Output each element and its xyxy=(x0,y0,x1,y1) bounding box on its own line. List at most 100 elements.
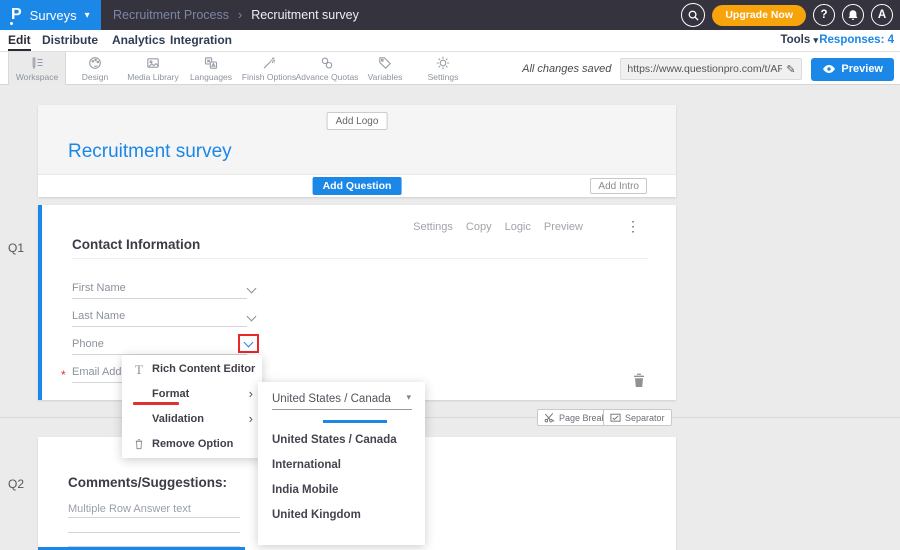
add-logo-button[interactable]: Add Logo xyxy=(327,112,388,130)
survey-header-card: Add Logo Recruitment survey Add Question… xyxy=(38,105,676,197)
tab-edit[interactable]: Edit xyxy=(8,33,31,51)
field-label-last-name[interactable]: Last Name xyxy=(72,310,125,322)
add-question-row: Add Question Add Intro xyxy=(38,175,676,197)
translate-icon xyxy=(203,55,219,71)
phone-format-submenu: United States / Canada ▾ United States /… xyxy=(258,382,425,545)
tab-integration[interactable]: Integration xyxy=(170,33,232,47)
multi-row-answer-placeholder[interactable]: Multiple Row Answer text xyxy=(68,503,191,515)
toolbar-label: Advance Quotas xyxy=(296,72,359,82)
question-settings-link[interactable]: Settings xyxy=(413,221,453,233)
field-label-phone[interactable]: Phone xyxy=(72,338,104,350)
caret-down-icon: ▾ xyxy=(813,35,818,45)
toolbar-media-library[interactable]: Media Library xyxy=(124,52,182,85)
question-preview-link[interactable]: Preview xyxy=(544,221,583,233)
menu-item-label: Validation xyxy=(152,413,204,425)
top-header: P Surveys ▾ Recruitment Process › Recrui… xyxy=(0,0,900,30)
tools-label: Tools xyxy=(780,34,810,46)
survey-url-input[interactable] xyxy=(627,63,782,75)
toolbar-label: Settings xyxy=(428,72,459,82)
answer-underline xyxy=(68,532,240,533)
question-title[interactable]: Comments/Suggestions: xyxy=(68,475,227,490)
tab-distribute[interactable]: Distribute xyxy=(42,33,98,47)
image-icon xyxy=(145,55,161,71)
trash-icon xyxy=(632,372,646,388)
palette-icon xyxy=(87,55,103,71)
add-question-button[interactable]: Add Question xyxy=(313,177,402,195)
tag-icon xyxy=(377,55,393,71)
toolbar-label: Media Library xyxy=(127,72,179,82)
kebab-menu-icon[interactable]: ⋮ xyxy=(626,218,640,235)
menu-item-label: Format xyxy=(152,388,189,400)
menu-item-rich-content-editor[interactable]: T Rich Content Editor xyxy=(122,357,262,382)
breadcrumb-current: Recruitment survey xyxy=(251,8,359,22)
bell-icon xyxy=(847,9,859,21)
select-caret-icon[interactable]: ▾ xyxy=(406,392,411,403)
trash-icon xyxy=(132,437,146,455)
toolbar-label: Languages xyxy=(190,72,232,82)
field-underline xyxy=(72,298,247,299)
annotation-underline xyxy=(133,402,179,405)
format-option-united-kingdom[interactable]: United Kingdom xyxy=(272,509,361,521)
select-focus-bar xyxy=(323,420,387,423)
preview-button[interactable]: Preview xyxy=(811,58,894,81)
edit-url-icon[interactable]: ✎ xyxy=(786,63,795,76)
page-break-button[interactable]: Page Break xyxy=(537,409,613,426)
toolbar-right: All changes saved ✎ Preview xyxy=(522,57,894,81)
add-intro-button[interactable]: Add Intro xyxy=(590,178,647,194)
format-option-us-canada[interactable]: United States / Canada xyxy=(272,434,397,446)
tools-menu[interactable]: Tools ▾ xyxy=(780,34,818,46)
avatar[interactable]: A xyxy=(871,4,893,26)
search-icon xyxy=(687,9,700,22)
field-underline xyxy=(72,326,247,327)
required-asterisk: * xyxy=(61,368,66,382)
survey-url-field: ✎ xyxy=(620,58,802,80)
question-title[interactable]: Contact Information xyxy=(72,237,200,252)
search-button[interactable] xyxy=(681,3,705,27)
tab-analytics[interactable]: Analytics xyxy=(112,33,165,47)
menu-item-remove-option[interactable]: Remove Option xyxy=(122,432,262,457)
text-format-icon: T xyxy=(132,362,146,378)
eye-icon xyxy=(822,64,836,74)
toolbar-workspace[interactable]: Workspace xyxy=(8,52,66,85)
help-button[interactable]: ? xyxy=(813,4,835,26)
format-option-international[interactable]: International xyxy=(272,459,341,471)
breadcrumb-parent[interactable]: Recruitment Process xyxy=(113,8,229,22)
responses-link[interactable]: Responses: 4 xyxy=(819,34,894,46)
gear-icon xyxy=(435,55,451,71)
toolbar-design[interactable]: Design xyxy=(66,52,124,85)
field-label-first-name[interactable]: First Name xyxy=(72,282,126,294)
delete-row-button[interactable] xyxy=(632,372,646,393)
format-option-india-mobile[interactable]: India Mobile xyxy=(272,484,338,496)
menu-item-validation[interactable]: Validation › xyxy=(122,407,262,432)
edit-toolbar: Workspace Design Media Library Languages… xyxy=(0,52,900,85)
upgrade-now-button[interactable]: Upgrade Now xyxy=(712,5,806,26)
survey-title[interactable]: Recruitment survey xyxy=(68,141,232,163)
separator-icon xyxy=(610,412,621,423)
toolbar-label: Design xyxy=(82,72,108,82)
chevron-down-icon[interactable] xyxy=(247,284,257,294)
preview-label: Preview xyxy=(841,63,883,75)
notifications-button[interactable] xyxy=(842,4,864,26)
toolbar-variables[interactable]: Variables xyxy=(356,52,414,85)
page-break-label: Page Break xyxy=(559,413,606,423)
menu-item-label: Rich Content Editor xyxy=(152,363,255,375)
format-select[interactable]: United States / Canada xyxy=(272,393,391,405)
chevron-down-icon[interactable] xyxy=(244,338,254,348)
toolbar-languages[interactable]: Languages xyxy=(182,52,240,85)
toolbar-settings[interactable]: Settings xyxy=(414,52,472,85)
surveys-menu-label: Surveys xyxy=(30,8,77,23)
toolbar-items: Workspace Design Media Library Languages… xyxy=(8,52,472,85)
surveys-menu[interactable]: P Surveys ▾ xyxy=(0,0,101,30)
toolbar-advance-quotas[interactable]: Advance Quotas xyxy=(298,52,356,85)
toolbar-finish-options[interactable]: Finish Options xyxy=(240,52,298,85)
app-window: P Surveys ▾ Recruitment Process › Recrui… xyxy=(0,0,900,550)
chevron-down-icon[interactable] xyxy=(247,312,257,322)
chain-links-icon xyxy=(319,55,335,71)
breadcrumb-separator-icon: › xyxy=(238,8,242,22)
breadcrumb: Recruitment Process › Recruitment survey xyxy=(113,0,359,30)
caret-down-icon: ▾ xyxy=(85,10,90,21)
separator-button[interactable]: Separator xyxy=(603,409,672,426)
question-logic-link[interactable]: Logic xyxy=(505,221,531,233)
select-underline xyxy=(272,409,412,410)
question-copy-link[interactable]: Copy xyxy=(466,221,492,233)
